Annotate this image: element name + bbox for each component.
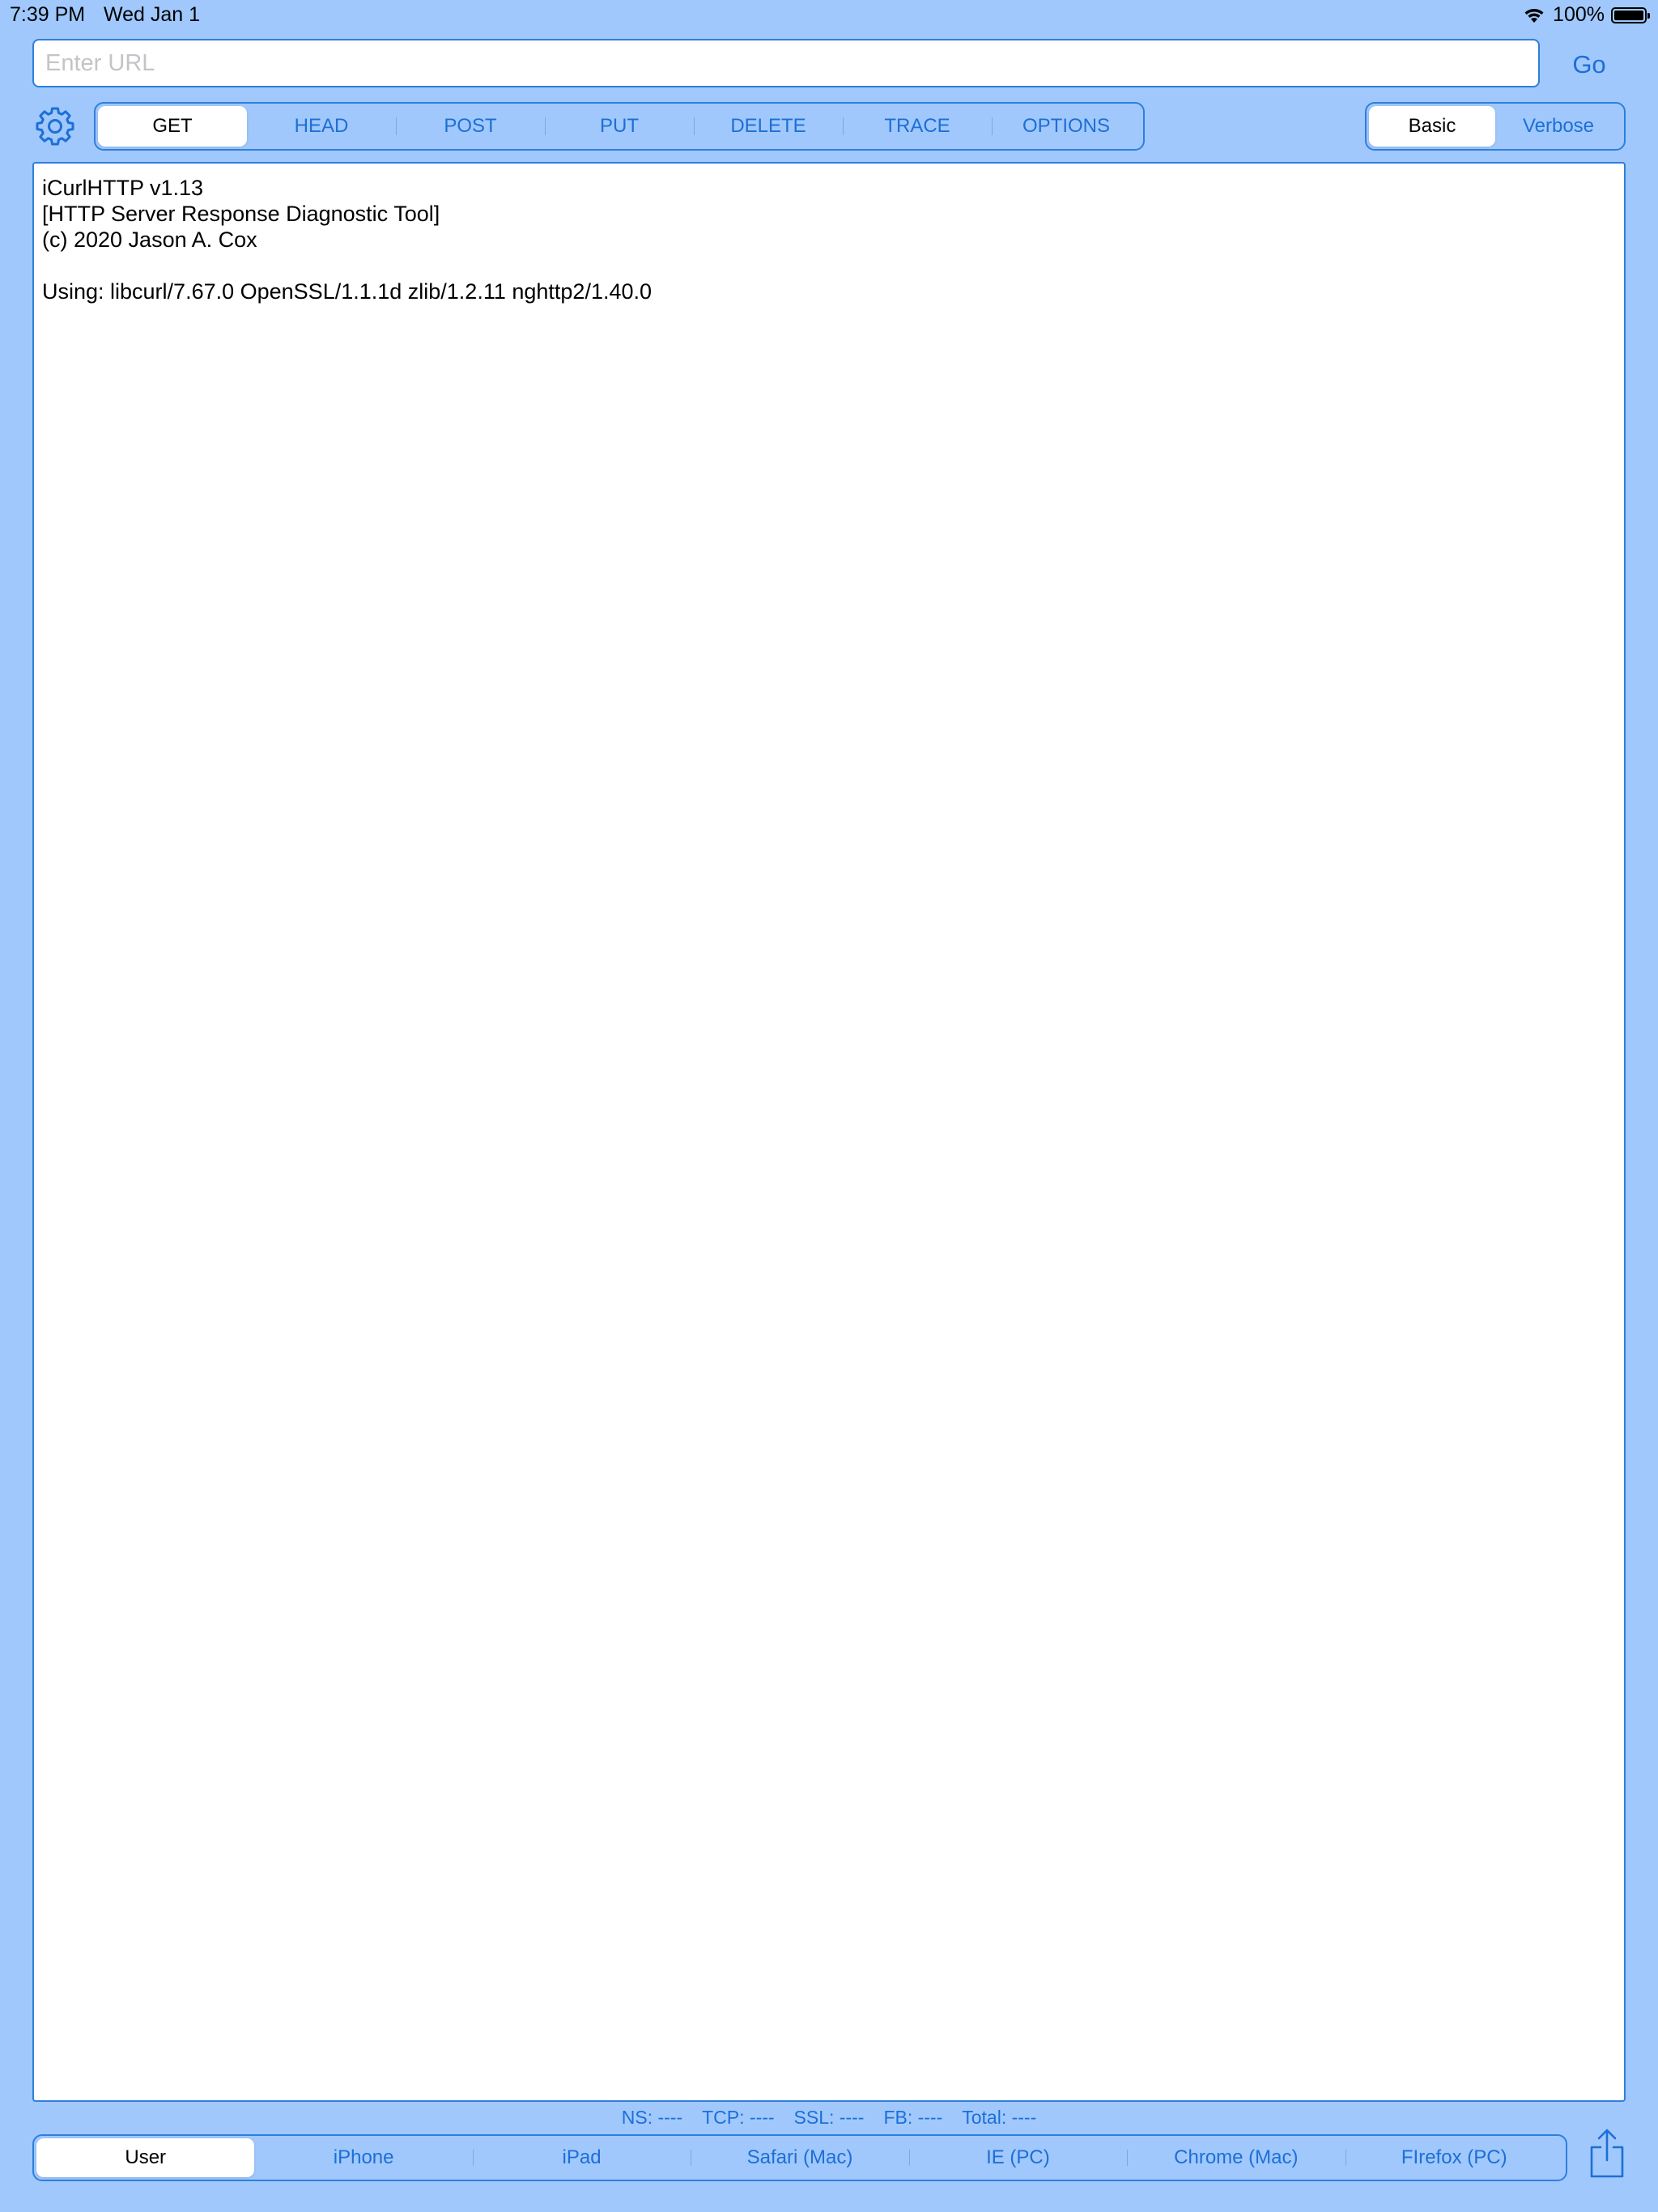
agent-tab-safari-mac[interactable]: Safari (Mac): [691, 2138, 908, 2177]
agent-tab-iphone[interactable]: iPhone: [254, 2138, 472, 2177]
method-tab-delete[interactable]: DELETE: [694, 106, 843, 147]
output-line: Using: libcurl/7.67.0 OpenSSL/1.1.1d zli…: [42, 279, 653, 304]
wifi-icon: [1524, 8, 1544, 23]
timing-ns: NS: ----: [621, 2107, 683, 2128]
agent-tab-user[interactable]: User: [36, 2138, 255, 2177]
battery-level: [1614, 10, 1643, 20]
status-bar: 7:39 PM Wed Jan 1 100%: [0, 0, 1658, 32]
method-tab-post[interactable]: POST: [396, 106, 545, 147]
agent-tab-firefox-pc[interactable]: FIrefox (PC): [1345, 2138, 1563, 2177]
method-tab-trace[interactable]: TRACE: [843, 106, 992, 147]
agent-tab-chrome-mac[interactable]: Chrome (Mac): [1127, 2138, 1345, 2177]
status-indicators: 100%: [1522, 3, 1650, 27]
timing-ssl: SSL: ----: [793, 2107, 865, 2128]
status-time: 7:39 PM: [10, 3, 86, 26]
output-line: iCurlHTTP v1.13: [42, 176, 204, 200]
response-output[interactable]: iCurlHTTP v1.13 [HTTP Server Response Dia…: [32, 162, 1626, 2102]
status-date: Wed Jan 1: [104, 3, 201, 26]
method-tab-get[interactable]: GET: [98, 106, 247, 147]
output-mode-segmented-control: Basic Verbose: [1365, 102, 1626, 151]
agent-tab-ie-pc[interactable]: IE (PC): [908, 2138, 1127, 2177]
method-tab-options[interactable]: OPTIONS: [992, 106, 1141, 147]
battery-icon: [1611, 6, 1650, 23]
go-button[interactable]: Go: [1554, 42, 1624, 87]
timing-stats: NS: ---- TCP: ---- SSL: ---- FB: ---- To…: [0, 2107, 1658, 2129]
output-line: [HTTP Server Response Diagnostic Tool]: [42, 202, 440, 226]
method-segmented-control: GET HEAD POST PUT DELETE TRACE OPTIONS: [94, 102, 1145, 151]
gear-icon[interactable]: [32, 104, 78, 149]
method-tab-put[interactable]: PUT: [545, 106, 694, 147]
mode-tab-basic[interactable]: Basic: [1369, 106, 1495, 147]
share-icon[interactable]: [1587, 2128, 1627, 2180]
user-agent-segmented-control: User iPhone iPad Safari (Mac) IE (PC) Chrome …: [32, 2134, 1567, 2181]
timing-tcp: TCP: ----: [702, 2107, 775, 2128]
agent-tab-ipad[interactable]: iPad: [472, 2138, 691, 2177]
url-input[interactable]: [32, 39, 1540, 87]
method-tab-head[interactable]: HEAD: [247, 106, 396, 147]
battery-percent: 100%: [1553, 3, 1605, 26]
timing-fb: FB: ----: [883, 2107, 943, 2128]
timing-total: Total: ----: [962, 2107, 1037, 2128]
output-line: (c) 2020 Jason A. Cox: [42, 228, 257, 252]
mode-tab-verbose[interactable]: Verbose: [1495, 106, 1622, 147]
